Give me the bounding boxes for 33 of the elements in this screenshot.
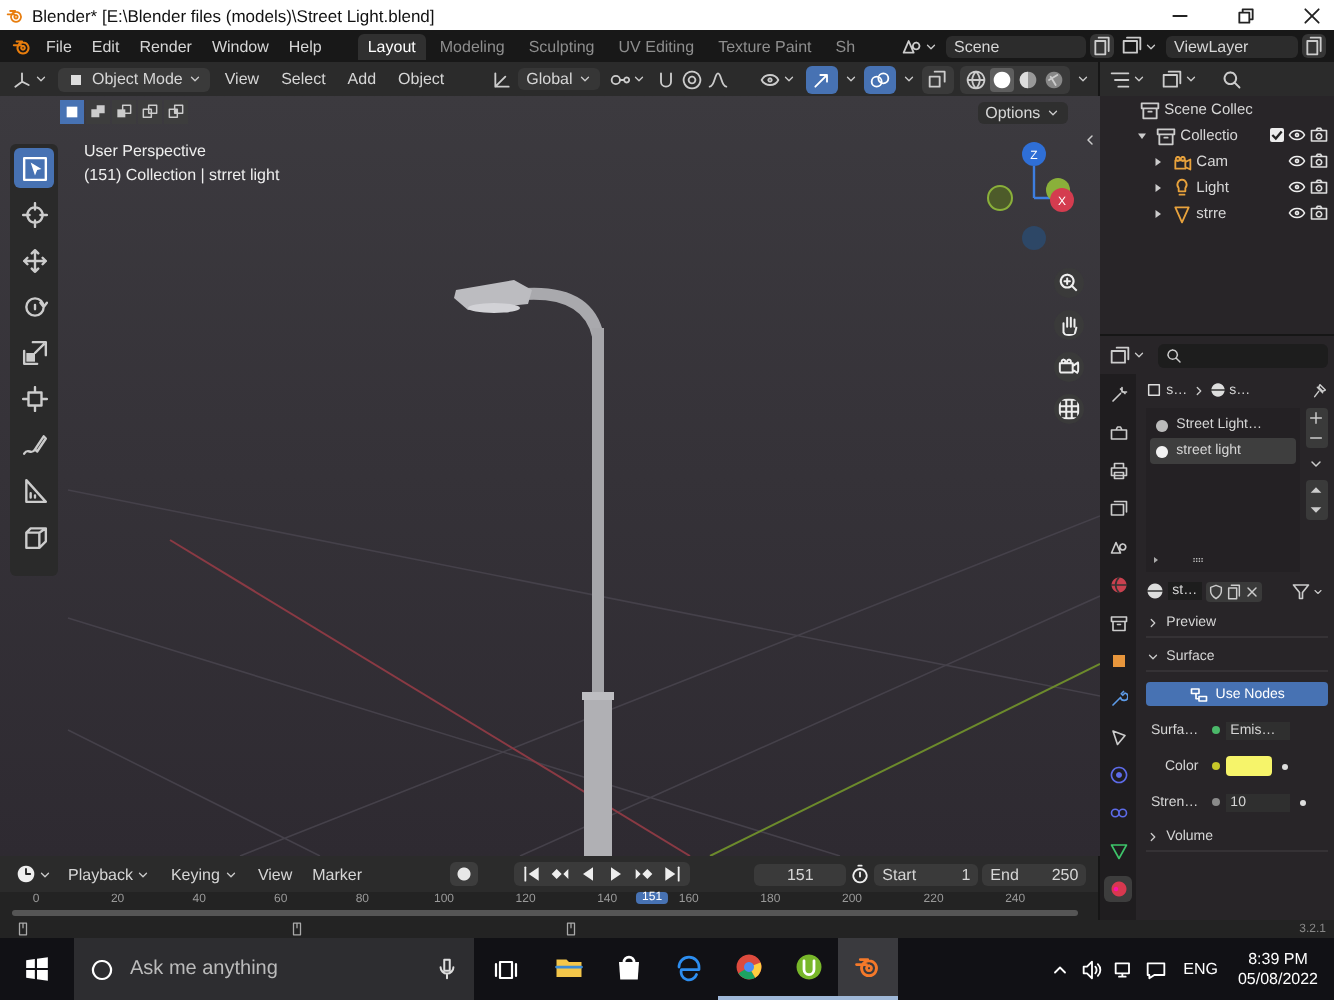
menu-item[interactable]: Help xyxy=(280,37,330,55)
current-frame-field[interactable]: 151 xyxy=(754,863,847,885)
end-frame-field[interactable]: End 250 xyxy=(982,863,1087,885)
clock[interactable]: 8:39 PM 05/08/2022 xyxy=(1237,949,1318,989)
menu-item[interactable]: File xyxy=(38,37,80,55)
menu-item[interactable]: Marker xyxy=(304,865,371,883)
search-placeholder: Ask me anything xyxy=(130,958,278,980)
menu-item[interactable]: Object xyxy=(390,70,453,88)
menu-item[interactable]: Select xyxy=(273,70,334,88)
workspace-tab[interactable]: Texture Paint xyxy=(708,33,822,59)
menu-item[interactable]: Render xyxy=(131,37,200,55)
view-layer-field[interactable]: ViewLayer xyxy=(1166,35,1298,57)
workspace-tab[interactable]: Sculpting xyxy=(518,33,605,59)
menu-item[interactable]: Keying xyxy=(162,865,246,883)
language-indicator[interactable]: ENG xyxy=(1183,960,1218,978)
menu-item[interactable]: Window xyxy=(203,37,277,55)
workspace-tab[interactable]: Modeling xyxy=(429,33,515,59)
menu-item[interactable]: View xyxy=(249,865,301,883)
workspace-tab[interactable]: UV Editing xyxy=(608,33,705,59)
menu-item[interactable]: Playback xyxy=(60,865,159,883)
search-field[interactable]: Ask me anything xyxy=(74,938,474,1000)
mode-dropdown[interactable]: Object Mode xyxy=(58,67,211,91)
start-frame-field[interactable]: Start 1 xyxy=(874,863,979,885)
workspace-tab[interactable]: Sh xyxy=(825,33,866,59)
context-info: (151) Collection | strret light xyxy=(84,166,280,184)
menu-item[interactable]: Add xyxy=(339,70,385,88)
scene-field[interactable]: Scene xyxy=(946,35,1086,57)
window-title: Blender* [E:\Blender files (models)\Street Light.blend] xyxy=(32,5,435,25)
menu-item[interactable]: View xyxy=(216,70,268,88)
view-name: User Perspective xyxy=(84,142,206,160)
menu-item[interactable]: Edit xyxy=(83,37,128,55)
orientation-dropdown[interactable]: Global xyxy=(518,68,601,90)
workspace-tab[interactable]: Layout xyxy=(357,33,426,59)
